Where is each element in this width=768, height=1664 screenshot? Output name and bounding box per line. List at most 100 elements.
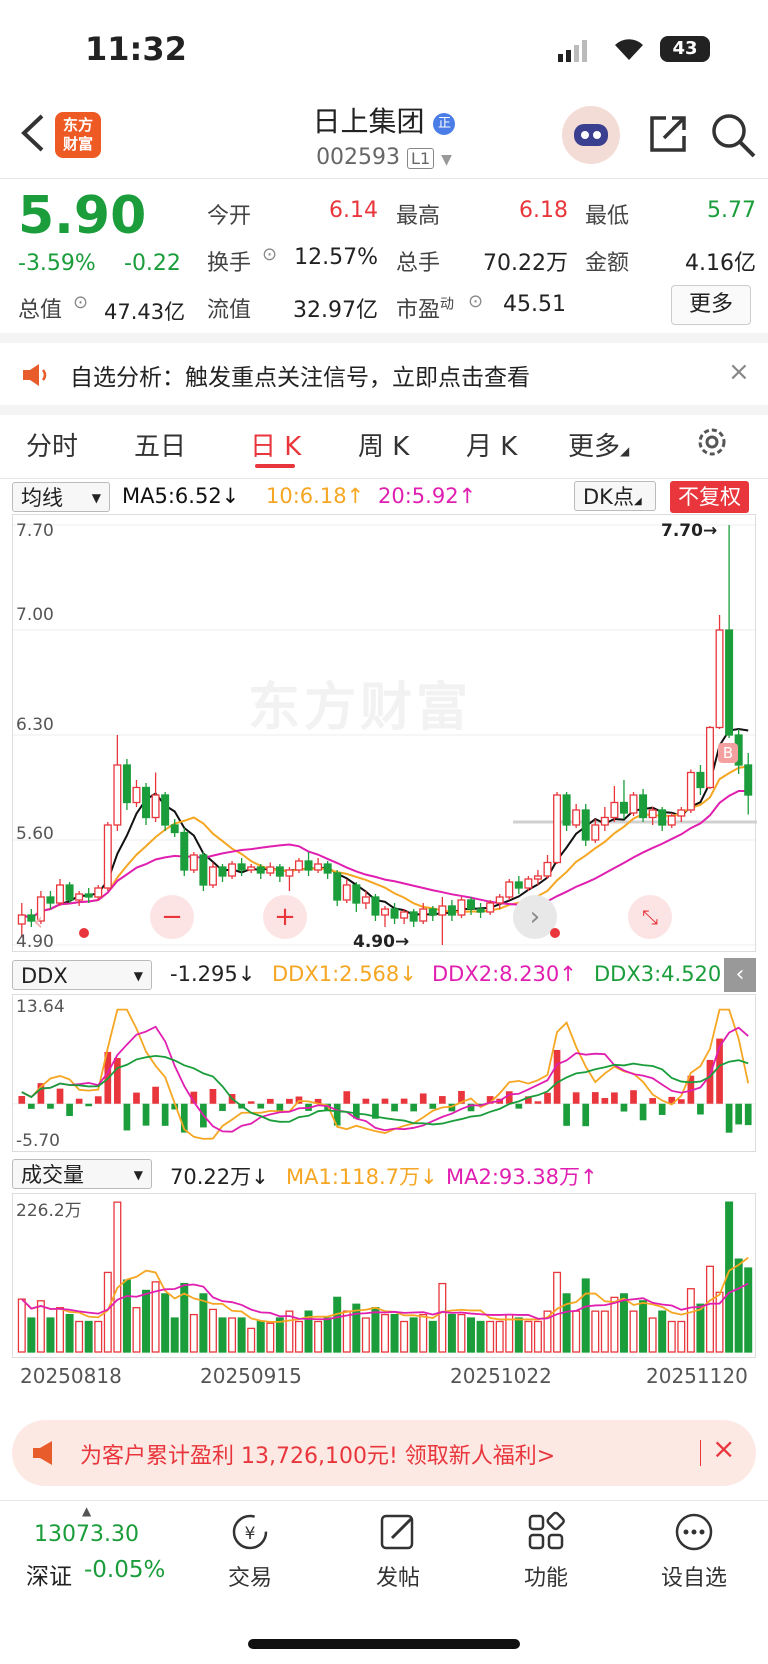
info-icon[interactable]: ⊙ bbox=[73, 292, 88, 313]
volume-bar bbox=[591, 1310, 600, 1353]
volume-bar bbox=[658, 1310, 667, 1353]
fullscreen-button[interactable]: ⤡ bbox=[628, 895, 672, 939]
candle-body bbox=[591, 824, 600, 841]
volume-bar bbox=[524, 1320, 533, 1353]
nav-functions[interactable]: 功能 bbox=[486, 1510, 606, 1592]
promo-close-icon[interactable]: × bbox=[712, 1432, 735, 1465]
search-icon[interactable] bbox=[710, 112, 758, 162]
volume-bar bbox=[581, 1278, 590, 1353]
candle-body bbox=[132, 786, 141, 804]
change-amount: -0.22 bbox=[124, 251, 181, 276]
amount-value: 4.16亿 bbox=[685, 251, 756, 276]
volume-bar bbox=[189, 1313, 198, 1353]
candle-body bbox=[686, 771, 695, 811]
scroll-left-icon[interactable]: ‹ bbox=[33, 907, 43, 937]
volume-bar bbox=[323, 1317, 332, 1353]
candle-body bbox=[610, 801, 619, 819]
float-cap-value: 32.97亿 bbox=[293, 298, 378, 323]
dk-point-dropdown[interactable]: DK点◢ bbox=[574, 481, 656, 511]
volume-bar bbox=[122, 1279, 131, 1353]
zoom-in-button[interactable]: + bbox=[263, 895, 307, 939]
adjust-button[interactable]: 不复权 bbox=[670, 481, 749, 513]
ddx-bar bbox=[133, 1092, 140, 1104]
candle-body bbox=[65, 884, 74, 901]
volume-chart: 226.2万 bbox=[12, 1193, 756, 1358]
volume-svg bbox=[17, 1201, 753, 1353]
ddx-dropdown[interactable]: DDX ▼ bbox=[12, 960, 152, 990]
index-change[interactable]: -0.05% bbox=[84, 1557, 165, 1583]
turnover-info-icon[interactable]: ⊙ bbox=[262, 244, 277, 265]
candle-body bbox=[84, 893, 93, 898]
volume-bar bbox=[467, 1317, 476, 1353]
tab-monthly-k[interactable]: 月 K bbox=[466, 426, 517, 463]
tab-daily-k[interactable]: 日 K bbox=[250, 426, 301, 463]
battery-level: 43 bbox=[672, 38, 698, 59]
ddx-dropdown-label: DDX bbox=[21, 964, 68, 988]
kline-chart[interactable]: 东方财富 7.70 7.00 6.30 5.60 4.90 7.70→ 4.90… bbox=[12, 514, 757, 952]
candle-body bbox=[294, 860, 303, 871]
ddx-bar bbox=[343, 1091, 351, 1104]
candle-body bbox=[705, 726, 714, 789]
volume-bar bbox=[237, 1317, 246, 1353]
ddx-bar bbox=[85, 1103, 93, 1107]
index-value[interactable]: 13073.30 bbox=[34, 1522, 139, 1547]
candle-body bbox=[447, 905, 456, 916]
promo-banner[interactable]: 为客户累计盈利 13,726,100元! 领取新人福利> × bbox=[12, 1420, 756, 1486]
candle-body bbox=[400, 911, 409, 919]
pe-label: 市盈动 bbox=[396, 292, 454, 324]
float-cap-label: 流值 bbox=[207, 298, 252, 323]
volume-bar bbox=[619, 1293, 628, 1353]
ddx-top-label: 13.64 bbox=[16, 997, 65, 1017]
robot-assistant-icon[interactable] bbox=[562, 106, 620, 164]
index-name[interactable]: 深证 bbox=[26, 1557, 72, 1591]
tab-more-label: 更多 bbox=[568, 432, 621, 462]
current-price: 5.90 bbox=[18, 186, 147, 246]
nav-add-watchlist[interactable]: 设自选 bbox=[634, 1510, 754, 1592]
volume-bar bbox=[342, 1310, 351, 1353]
candle-body bbox=[648, 809, 657, 819]
close-icon[interactable]: × bbox=[728, 357, 750, 387]
tab-more[interactable]: 更多◢ bbox=[568, 426, 629, 463]
volume-bar bbox=[734, 1258, 743, 1353]
candle-body bbox=[629, 794, 638, 814]
battery-icon: 43 bbox=[660, 36, 710, 62]
volume-bar bbox=[333, 1296, 342, 1353]
ddx-bar bbox=[735, 1103, 743, 1125]
pe-sup: 动 bbox=[440, 296, 455, 313]
collapse-icon[interactable]: ‹ bbox=[724, 958, 756, 992]
candle-body bbox=[667, 815, 676, 826]
promo-divider bbox=[700, 1440, 701, 1466]
share-icon[interactable] bbox=[646, 112, 690, 160]
volume-dropdown[interactable]: 成交量 ▼ bbox=[12, 1159, 152, 1189]
nav-add-watchlist-label: 设自选 bbox=[660, 1566, 727, 1591]
settings-gear-icon[interactable] bbox=[694, 424, 730, 464]
volume-bar bbox=[36, 1300, 45, 1353]
nav-post[interactable]: 发帖 bbox=[338, 1510, 458, 1592]
grid-icon bbox=[486, 1510, 606, 1560]
tab-five-day[interactable]: 五日 bbox=[134, 426, 186, 463]
trade-icon: ¥ bbox=[190, 1510, 310, 1560]
notice-bar[interactable]: 自选分析：触发重点关注信号，立即点击查看 × bbox=[0, 345, 768, 405]
ddx-value: -1.295↓ bbox=[170, 962, 256, 986]
tab-intraday[interactable]: 分时 bbox=[26, 426, 78, 463]
y-label-1: 7.00 bbox=[16, 605, 54, 625]
nav-trade[interactable]: ¥ 交易 bbox=[190, 1510, 310, 1592]
nav-post-label: 发帖 bbox=[375, 1566, 420, 1591]
zoom-out-button[interactable]: − bbox=[150, 895, 194, 939]
more-button[interactable]: 更多 bbox=[671, 285, 751, 325]
ddx-line-3 bbox=[21, 1055, 749, 1126]
volume-bar bbox=[113, 1201, 122, 1353]
tab-weekly-k[interactable]: 周 K bbox=[358, 426, 409, 463]
ddx-bar bbox=[381, 1098, 389, 1104]
volume-bar bbox=[27, 1317, 36, 1353]
ma-dropdown[interactable]: 均线 ▼ bbox=[12, 482, 110, 512]
market-cap-label: 总值 bbox=[18, 298, 63, 323]
candle-body bbox=[228, 863, 237, 877]
candle-body bbox=[390, 908, 399, 919]
ddx-bar bbox=[725, 1103, 733, 1133]
candle-body bbox=[333, 872, 342, 901]
volume-top-label: 226.2万 bbox=[16, 1201, 82, 1221]
ddx-bar bbox=[114, 1058, 121, 1104]
volume-bar bbox=[705, 1265, 714, 1353]
date-label-3: 20251120 bbox=[646, 1364, 748, 1388]
